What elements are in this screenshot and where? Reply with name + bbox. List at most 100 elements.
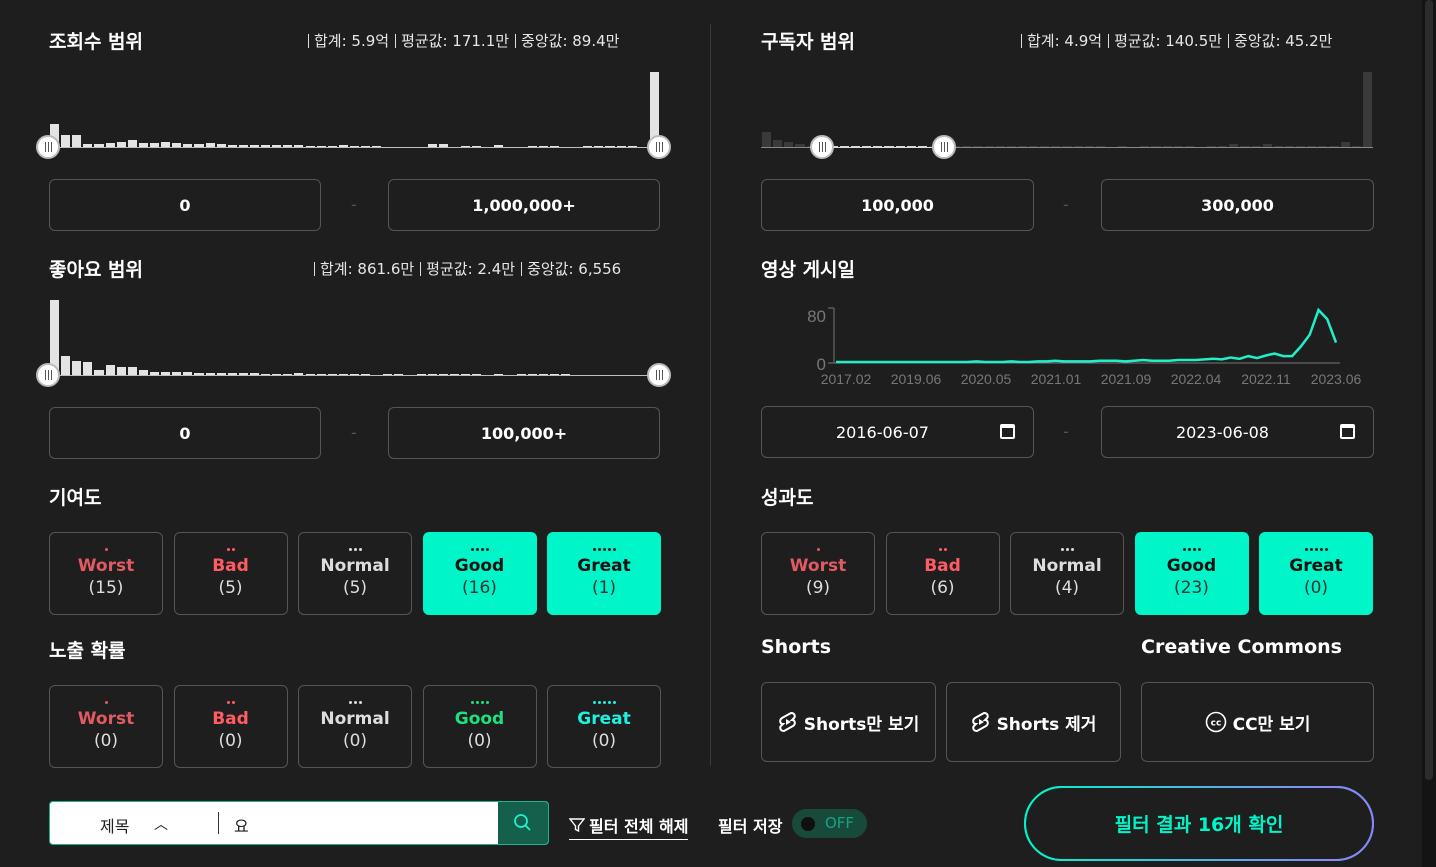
shorts-only-label: Shorts만 보기 — [803, 714, 920, 735]
search-input[interactable]: 요 — [234, 813, 249, 837]
exposure-grade-normal[interactable]: Normal (0) — [298, 685, 412, 768]
search-icon — [514, 814, 531, 831]
x-ticks: 2017.02 2019.06 2020.05 2021.01 2021.09 2022.… — [821, 371, 1362, 387]
search-button[interactable] — [498, 802, 548, 844]
x-tick-label: 2022.04 — [1171, 371, 1222, 387]
performance-grade-worst[interactable]: Worst (9) — [761, 532, 875, 615]
calendar-icon[interactable] — [1340, 424, 1355, 439]
grade-count: (4) — [1054, 577, 1080, 598]
performance-title: 성과도 — [761, 487, 814, 509]
likes-max-input[interactable]: 100,000+ — [388, 407, 660, 459]
views-max-input[interactable]: 1,000,000+ — [388, 179, 660, 231]
views-min-handle[interactable] — [36, 135, 60, 159]
subscribers-max-handle[interactable] — [932, 135, 956, 159]
views-title: 조회수 범위 — [49, 31, 144, 53]
likes-max-handle[interactable] — [647, 363, 671, 387]
grade-name: Bad — [924, 555, 961, 576]
grade-dots-icon — [348, 547, 362, 554]
grade-dots-icon — [592, 547, 616, 554]
performance-grade-good[interactable]: Good (23) — [1134, 532, 1249, 615]
grade-count: (9) — [805, 577, 831, 598]
cc-title: Creative Commons — [1141, 636, 1342, 658]
date-to-input[interactable]: 2023-06-08 — [1101, 406, 1374, 458]
shorts-exclude-label: Shorts 제거 — [996, 714, 1097, 735]
likes-stats: 합계: 861.6만 평균값: 2.4만 중앙값: 6,556 — [314, 258, 621, 279]
reset-filters-button[interactable]: 필터 전체 해제 — [569, 813, 689, 840]
grade-count: (16) — [462, 577, 497, 598]
cc-only-button[interactable]: cc CC만 보기 — [1141, 682, 1374, 762]
exposure-grade-great[interactable]: Great (0) — [547, 685, 661, 768]
save-filter-label: 필터 저장 — [718, 817, 783, 836]
calendar-icon[interactable] — [1000, 424, 1015, 439]
shorts-only-button[interactable]: Shorts만 보기 — [761, 682, 936, 762]
exposure-grade-good[interactable]: Good (0) — [422, 685, 537, 768]
grade-dots-icon — [1060, 547, 1074, 554]
grade-count: (23) — [1174, 577, 1209, 598]
subscribers-sum: 합계: 4.9억 — [1021, 30, 1102, 51]
column-divider — [710, 24, 711, 766]
y-tick-max: 80 — [807, 307, 826, 326]
contribution-grade-worst[interactable]: Worst (15) — [49, 532, 163, 615]
exposure-grade-worst[interactable]: Worst (0) — [49, 685, 163, 768]
search-field-select[interactable]: 제목 ︿ — [50, 802, 218, 844]
grade-dots-icon — [226, 547, 235, 554]
scrollbar-thumb[interactable] — [1425, 0, 1433, 780]
likes-min-input[interactable]: 0 — [49, 407, 321, 459]
grade-name: Great — [577, 708, 631, 729]
likes-slider-track[interactable] — [49, 375, 660, 376]
likes-min-handle[interactable] — [36, 363, 60, 387]
grade-count: (0) — [342, 730, 368, 751]
upload-series-line — [836, 307, 1338, 364]
subscribers-min-handle[interactable] — [810, 135, 834, 159]
views-sum: 합계: 5.9억 — [308, 30, 389, 51]
scrollbar[interactable] — [1422, 0, 1436, 867]
performance-grade-normal[interactable]: Normal (4) — [1010, 532, 1124, 615]
performance-grade-bad[interactable]: Bad (6) — [885, 532, 1000, 615]
shorts-exclude-button[interactable]: Shorts 제거 — [946, 682, 1121, 762]
likes-avg: 평균값: 2.4만 — [420, 258, 515, 279]
views-slider-track[interactable] — [49, 147, 660, 148]
views-max-handle[interactable] — [647, 135, 671, 159]
views-min-input[interactable]: 0 — [49, 179, 321, 231]
x-tick-label: 2021.01 — [1031, 371, 1082, 387]
views-avg: 평균값: 171.1만 — [395, 30, 509, 51]
apply-filter-button[interactable]: 필터 결과 16개 확인 — [1024, 786, 1374, 861]
x-tick-label: 2019.06 — [891, 371, 942, 387]
exposure-grade-bad[interactable]: Bad (0) — [173, 685, 288, 768]
contribution-grade-good[interactable]: Good (16) — [422, 532, 537, 615]
grade-dots-icon — [348, 700, 362, 707]
grade-dots-icon — [592, 700, 616, 707]
grade-name: Great — [577, 555, 631, 576]
grade-name: Bad — [212, 555, 249, 576]
exposure-title: 노출 확률 — [49, 640, 126, 662]
x-tick-label: 2022.11 — [1241, 371, 1291, 387]
subscribers-max-input[interactable]: 300,000 — [1101, 179, 1374, 231]
range-dash: - — [351, 195, 357, 214]
save-filter-toggle[interactable]: OFF — [792, 809, 867, 838]
contribution-grade-normal[interactable]: Normal (5) — [298, 532, 412, 615]
grade-dots-icon — [470, 700, 489, 707]
search-bar: 제목 ︿ 요 — [49, 801, 549, 845]
views-stats: 합계: 5.9억 평균값: 171.1만 중앙값: 89.4만 — [308, 30, 619, 51]
grade-name: Normal — [320, 555, 390, 576]
shorts-icon — [778, 711, 796, 733]
apply-filter-label: 필터 결과 16개 확인 — [1114, 814, 1284, 836]
date-from-input[interactable]: 2016-06-07 — [761, 406, 1034, 458]
subscribers-histogram — [761, 70, 1373, 148]
grade-count: (5) — [218, 577, 243, 598]
performance-grade-great[interactable]: Great (0) — [1259, 532, 1373, 615]
reset-filters-label: 필터 전체 해제 — [589, 817, 689, 836]
likes-title: 좋아요 범위 — [49, 259, 144, 281]
likes-median: 중앙값: 6,556 — [521, 258, 621, 279]
date-to-value: 2023-06-08 — [1176, 422, 1269, 442]
grade-name: Worst — [77, 555, 135, 576]
subscribers-slider-range — [822, 147, 944, 148]
contribution-grade-bad[interactable]: Bad (5) — [173, 532, 288, 615]
subscribers-min-input[interactable]: 100,000 — [761, 179, 1034, 231]
contribution-grade-great[interactable]: Great (1) — [547, 532, 661, 615]
grade-dots-icon — [104, 547, 108, 554]
contribution-title: 기여도 — [49, 487, 102, 509]
histogram-bar — [762, 131, 772, 148]
grade-count: (0) — [467, 730, 492, 751]
grade-name: Good — [1166, 555, 1217, 576]
